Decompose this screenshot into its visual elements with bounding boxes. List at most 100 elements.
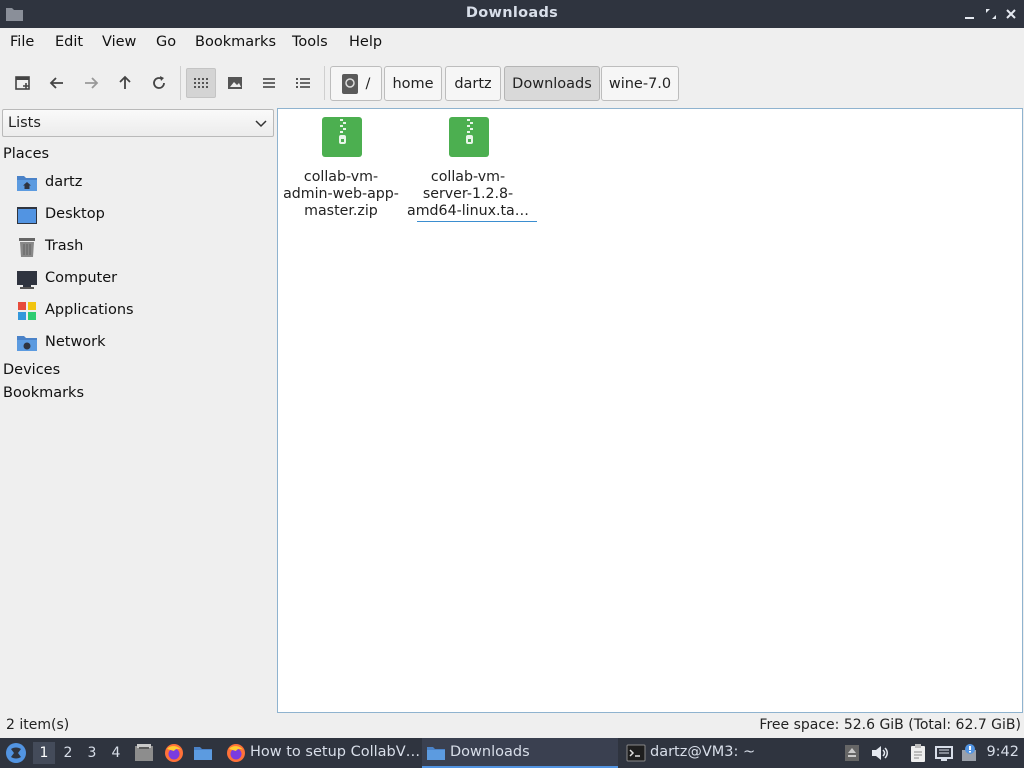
back-button[interactable] [42, 68, 72, 98]
toolbar-separator [180, 66, 181, 100]
detailed-list-icon [296, 78, 310, 88]
workspace-2[interactable]: 2 [57, 742, 79, 764]
home-folder-icon [17, 176, 37, 191]
breadcrumb-wine[interactable]: wine-7.0 [601, 66, 679, 101]
computer-icon [17, 271, 37, 289]
devices-header[interactable]: Devices [3, 362, 60, 378]
zip-archive-icon [449, 117, 489, 157]
notification-icon[interactable] [960, 743, 980, 763]
reload-button[interactable] [144, 68, 174, 98]
sidebar-mode-select[interactable]: Lists [2, 109, 274, 137]
sidebar-item-desktop[interactable]: Desktop [16, 201, 274, 231]
reload-icon [153, 76, 165, 89]
maximize-icon [986, 9, 996, 19]
new-tab-icon [15, 76, 30, 90]
new-tab-button[interactable] [8, 68, 38, 98]
grid-view-icon [194, 78, 208, 88]
volume-icon[interactable] [870, 743, 890, 763]
breadcrumb-root[interactable]: / [330, 66, 382, 101]
sidebar-item-label: Applications [45, 302, 134, 318]
workspace-1[interactable]: 1 [33, 742, 55, 764]
taskbar: 1 2 3 4 How to setup CollabV… Downloads … [0, 738, 1024, 768]
toolbar: / home dartz Downloads wine-7.0 [0, 58, 1024, 106]
arrow-right-icon [85, 77, 99, 89]
arrow-left-icon [49, 77, 63, 89]
forward-button[interactable] [76, 68, 106, 98]
sidebar-item-network[interactable]: Network [16, 329, 274, 359]
firefox-launcher-icon[interactable] [164, 743, 184, 763]
minimize-button[interactable] [962, 6, 978, 22]
workspace-4[interactable]: 4 [105, 742, 127, 764]
menu-view[interactable]: View [102, 34, 136, 50]
maximize-button[interactable] [983, 6, 999, 22]
chevron-down-icon [255, 120, 267, 128]
breadcrumb-home[interactable]: home [384, 66, 442, 101]
task-terminal[interactable]: dartz@VM3: ~ [622, 738, 822, 768]
firefox-icon [227, 744, 245, 762]
start-menu-icon[interactable] [5, 742, 27, 764]
minimize-icon [965, 17, 974, 19]
network-folder-icon [17, 336, 37, 351]
sidebar-item-label: Trash [45, 238, 84, 254]
folder-launcher-icon[interactable] [193, 743, 213, 763]
file-name: collab-vm- server-1.2.8- amd64-linux.ta… [407, 169, 529, 219]
menu-bar: File Edit View Go Bookmarks Tools Help [0, 28, 1024, 58]
update-notifier-icon[interactable] [842, 743, 862, 763]
item-count: 2 item(s) [6, 717, 70, 733]
window-titlebar[interactable]: Downloads [0, 0, 1024, 28]
window-title: Downloads [465, 5, 559, 21]
up-button[interactable] [110, 68, 140, 98]
task-firefox[interactable]: How to setup CollabV… [222, 738, 421, 768]
sidebar-item-applications[interactable]: Applications [16, 297, 274, 327]
arrow-up-icon [119, 75, 131, 89]
toolbar-separator [324, 66, 325, 100]
file-view[interactable]: collab-vm- admin-web-app- master.zip col… [277, 108, 1023, 713]
places-header[interactable]: Places [3, 146, 49, 162]
zip-archive-icon [322, 117, 362, 157]
sidebar-item-label: Desktop [45, 206, 105, 222]
free-space: Free space: 52.6 GiB (Total: 62.7 GiB) [759, 717, 1021, 733]
sidebar-item-label: Computer [45, 270, 118, 286]
sidebar: Lists Places dartz Desktop Trash Compute… [0, 108, 276, 714]
menu-help[interactable]: Help [349, 34, 382, 50]
image-icon [228, 77, 242, 89]
network-icon[interactable] [934, 743, 954, 763]
icon-view-button[interactable] [186, 68, 216, 98]
file-name: collab-vm- admin-web-app- master.zip [283, 169, 399, 219]
sidebar-item-computer[interactable]: Computer [16, 265, 274, 295]
menu-bookmarks[interactable]: Bookmarks [195, 34, 276, 50]
sidebar-mode-label: Lists [8, 115, 41, 131]
task-downloads[interactable]: Downloads [422, 738, 618, 768]
menu-edit[interactable]: Edit [55, 34, 83, 50]
thumbnail-view-button[interactable] [220, 68, 250, 98]
folder-icon [427, 747, 445, 760]
drive-icon [341, 73, 358, 94]
bookmarks-header[interactable]: Bookmarks [3, 385, 84, 401]
task-label: How to setup CollabV… [250, 744, 421, 760]
detailed-view-button[interactable] [288, 68, 318, 98]
clock[interactable]: 9:42 [986, 744, 1019, 760]
desktop-icon [17, 207, 37, 224]
trash-icon [19, 238, 35, 257]
menu-tools[interactable]: Tools [292, 34, 328, 50]
status-bar: 2 item(s) Free space: 52.6 GiB (Total: 6… [0, 714, 1024, 738]
applications-icon [18, 302, 36, 320]
sidebar-item-trash[interactable]: Trash [16, 233, 274, 263]
close-button[interactable] [1003, 6, 1019, 22]
task-label: Downloads [450, 744, 530, 760]
clipboard-icon[interactable] [908, 743, 928, 763]
terminal-icon [626, 744, 646, 762]
breadcrumb-dartz[interactable]: dartz [445, 66, 501, 101]
task-label: dartz@VM3: ~ [650, 744, 756, 760]
compact-view-button[interactable] [254, 68, 284, 98]
workspace-3[interactable]: 3 [81, 742, 103, 764]
menu-file[interactable]: File [10, 34, 34, 50]
sidebar-item-dartz[interactable]: dartz [16, 169, 274, 199]
sidebar-item-label: Network [45, 334, 106, 350]
breadcrumb-downloads[interactable]: Downloads [504, 66, 600, 101]
file-manager-launcher-icon[interactable] [134, 743, 154, 763]
close-icon [1006, 9, 1016, 19]
sidebar-item-label: dartz [45, 174, 83, 190]
menu-go[interactable]: Go [156, 34, 176, 50]
breadcrumb-root-label: / [365, 75, 371, 92]
